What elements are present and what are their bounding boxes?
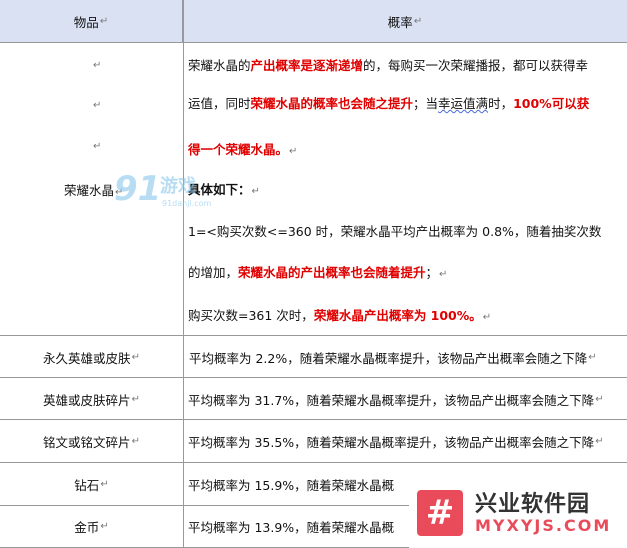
glory-line-segment: 时，: [488, 96, 514, 111]
header-item: 物品 ↵: [0, 0, 183, 43]
row-item-cell: 英雄或皮肤碎片 ↵: [0, 378, 183, 420]
glory-line: 购买次数=361 次时，荣耀水晶产出概率为 100%。↵: [188, 305, 491, 324]
glory-line-segment: 荣耀水晶产出概率为 100%。: [313, 308, 482, 323]
row-probability-text: 平均概率为 2.2%，随着荣耀水晶概率提升，该物品产出概率会随之下降: [189, 350, 588, 366]
header-probability-label: 概率: [387, 14, 413, 30]
row-probability-cell: 平均概率为 35.5%，随着荣耀水晶概率提升，该物品产出概率会随之下降 ↵: [183, 420, 627, 463]
row-probability-cell: 平均概率为 2.2%，随着荣耀水晶概率提升，该物品产出概率会随之下降 ↵: [183, 336, 627, 378]
row-item-name: 钻石: [74, 478, 100, 493]
glory-line-segment: ；: [425, 265, 439, 280]
glory-line-segment: 荣耀水晶的概率也会随之提升: [250, 96, 414, 111]
para-mark: ↵: [588, 351, 597, 363]
brand-name-cn: 兴业软件园: [475, 492, 591, 517]
row-probability-text: 平均概率为 35.5%，随着荣耀水晶概率提升，该物品产出概率会随之下降: [188, 435, 595, 450]
para-mark: ↵: [595, 436, 604, 447]
row-item-cell: 永久英雄或皮肤 ↵: [0, 336, 183, 378]
row-item-name: 永久英雄或皮肤: [43, 350, 131, 366]
para-mark: ↵: [595, 393, 604, 405]
row-probability-text: 平均概率为 13.9%，随着荣耀水晶概: [188, 520, 395, 535]
para-mark: ↵: [93, 60, 102, 71]
glory-line: 运值，同时荣耀水晶的概率也会随之提升；当幸运值满时，100%可以获: [188, 93, 589, 112]
row-item-name: 英雄或皮肤碎片: [43, 392, 131, 408]
glory-line-segment: 购买次数=361 次时，: [188, 308, 314, 323]
glory-line: 的增加，荣耀水晶的产出概率也会随着提升；↵: [188, 262, 447, 281]
probability-table: 物品 ↵ 概率 ↵ ↵ ↵ ↵ 荣耀水晶↵ 荣耀水晶的产出概率是逐渐递增的，每购买一…: [0, 0, 627, 548]
para-mark: ↵: [93, 141, 102, 152]
glory-line-segment: 100%可以获: [513, 96, 590, 111]
row-item-cell: 金币 ↵: [0, 506, 183, 547]
brand-hash-icon: #: [417, 490, 463, 536]
para-mark: ↵: [131, 351, 140, 363]
row-item-name: 铭文或铭文碎片: [43, 435, 131, 450]
glory-line: 荣耀水晶的产出概率是逐渐递增的，每购买一次荣耀播报，都可以获得幸: [188, 55, 588, 74]
glory-line-segment: 运值，同时: [188, 96, 251, 111]
glory-line: 得一个荣耀水晶。↵: [188, 139, 297, 158]
row-probability-text: 平均概率为 15.9%，随着荣耀水晶概: [188, 478, 395, 493]
glory-line-segment: 的增加，: [188, 265, 239, 280]
para-mark: ↵: [131, 393, 140, 405]
glory-line-segment: 幸运值满: [438, 96, 489, 111]
para-mark: ↵: [413, 15, 423, 27]
row-item-cell: 铭文或铭文碎片 ↵: [0, 420, 183, 463]
header-item-label: 物品: [73, 14, 99, 30]
site91-digits: 91: [114, 169, 161, 209]
para-mark: ↵: [439, 269, 448, 280]
brand-name-en: MYXYJS.COM: [475, 516, 612, 535]
header-probability: 概率 ↵: [183, 0, 627, 43]
glory-line-segment: 产出概率是逐渐递增: [250, 58, 364, 73]
glory-line-segment: 的，每购买一次荣耀播报，都可以获得幸: [363, 58, 589, 73]
site91-domain: 91danji.com: [162, 199, 212, 208]
brand-watermark: # 兴业软件园 MYXYJS.COM: [409, 478, 627, 548]
glory-line-segment: 1=<购买次数<=360 时，荣耀水晶平均产出概率为 0.8%，随着抽奖次数: [188, 224, 602, 239]
row-item-name: 金币: [74, 520, 100, 535]
glory-line-segment: ；当: [413, 96, 439, 111]
glory-line-segment: 荣耀水晶的: [188, 58, 251, 73]
para-mark: ↵: [100, 521, 109, 532]
site91-word: 游戏: [160, 175, 196, 197]
glory-line-segment: 得一个荣耀水晶。: [188, 142, 289, 157]
site91-watermark-logo: 91 游戏 91danji.com: [114, 169, 212, 209]
row-probability-cell: 平均概率为 31.7%，随着荣耀水晶概率提升，该物品产出概率会随之下降 ↵: [183, 378, 627, 420]
glory-line: 1=<购买次数<=360 时，荣耀水晶平均产出概率为 0.8%，随着抽奖次数: [188, 221, 601, 240]
row-item-cell: 钻石 ↵: [0, 463, 183, 506]
para-mark: ↵: [482, 312, 492, 323]
para-mark: ↵: [99, 15, 109, 27]
para-mark: ↵: [289, 146, 298, 157]
para-mark: ↵: [100, 479, 109, 490]
glory-line-segment: 荣耀水晶的产出概率也会随着提升: [238, 265, 426, 280]
para-mark: ↵: [131, 436, 140, 447]
row-probability-text: 平均概率为 31.7%，随着荣耀水晶概率提升，该物品产出概率会随之下降: [188, 392, 595, 408]
para-mark: ↵: [251, 186, 260, 197]
para-mark: ↵: [93, 100, 102, 111]
